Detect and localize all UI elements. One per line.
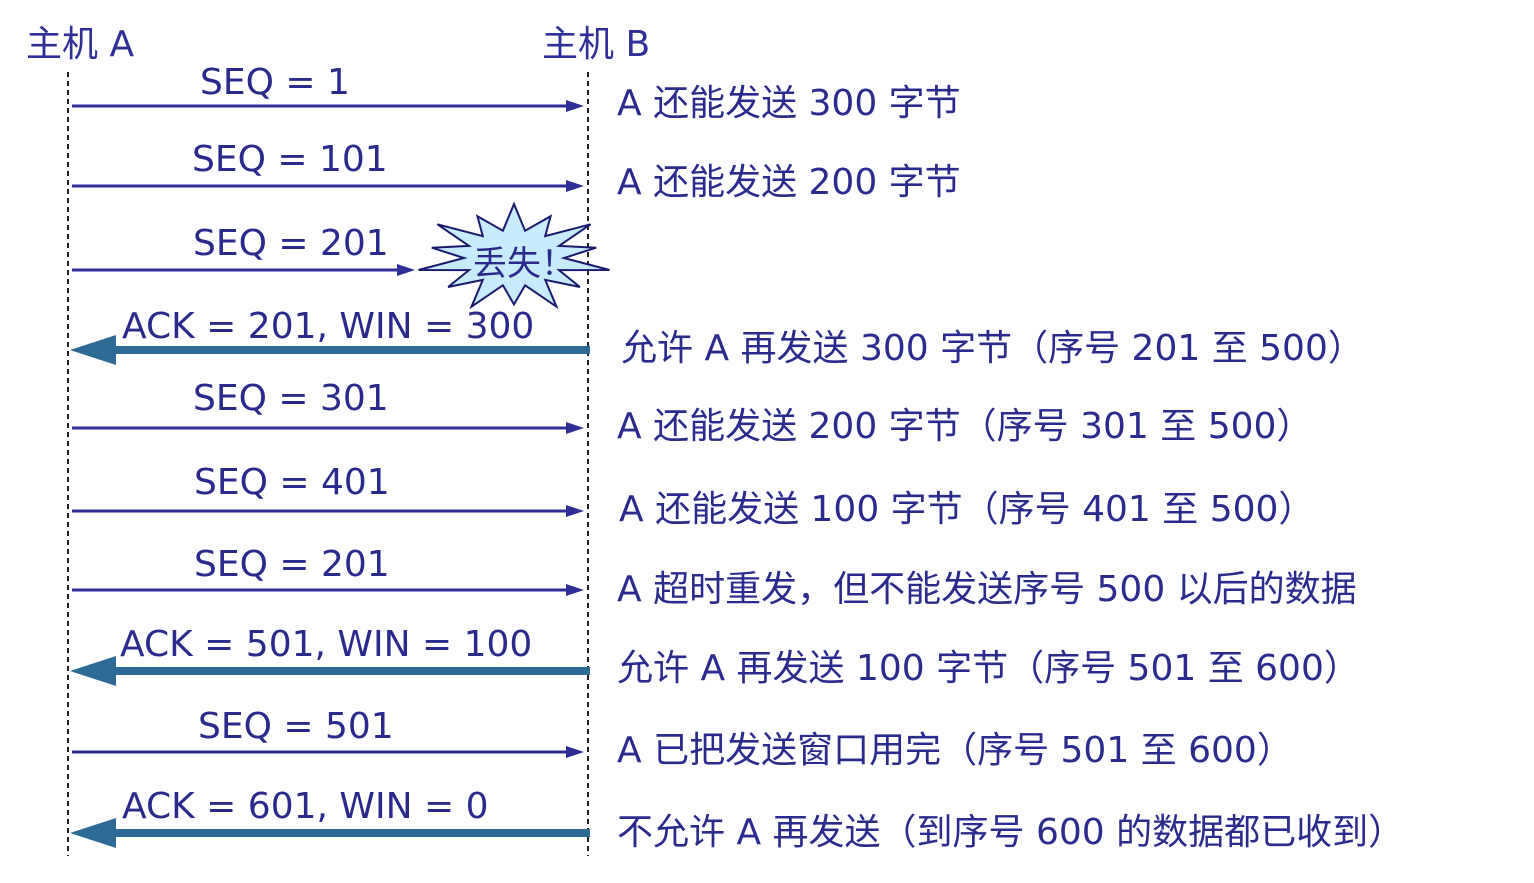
seq-arrow bbox=[72, 746, 584, 758]
message-label: ACK = 501, WIN = 100 bbox=[120, 624, 533, 665]
message-label: SEQ = 201 bbox=[194, 544, 390, 585]
seq-arrow bbox=[72, 422, 584, 434]
message-label: ACK = 601, WIN = 0 bbox=[122, 786, 489, 827]
host-a-label: 主机 A bbox=[26, 24, 135, 65]
message-label: SEQ = 401 bbox=[194, 462, 390, 503]
window-note: 允许 A 再发送 300 字节（序号 201 至 500） bbox=[621, 328, 1364, 369]
message-label: SEQ = 501 bbox=[198, 706, 394, 747]
window-note: A 还能发送 200 字节（序号 301 至 500） bbox=[617, 406, 1313, 447]
window-note: A 还能发送 200 字节 bbox=[617, 162, 961, 203]
message-label: SEQ = 1 bbox=[200, 62, 350, 103]
seq-arrow bbox=[72, 505, 584, 517]
seq-arrow bbox=[72, 180, 584, 192]
window-note: A 还能发送 300 字节 bbox=[617, 83, 961, 124]
host-b-label: 主机 B bbox=[542, 24, 651, 65]
message-label: ACK = 201, WIN = 300 bbox=[122, 306, 535, 347]
window-note: 允许 A 再发送 100 字节（序号 501 至 600） bbox=[617, 648, 1360, 689]
window-note: A 还能发送 100 字节（序号 401 至 500） bbox=[619, 489, 1315, 530]
message-label: SEQ = 301 bbox=[193, 378, 389, 419]
seq-arrow bbox=[72, 584, 584, 596]
window-note: A 已把发送窗口用完（序号 501 至 600） bbox=[617, 730, 1293, 771]
seq-arrow bbox=[72, 264, 415, 276]
message-label: SEQ = 201 bbox=[193, 223, 389, 264]
window-note: 不允许 A 再发送（到序号 600 的数据都已收到） bbox=[617, 812, 1405, 853]
lost-label: 丢失！ bbox=[473, 244, 575, 284]
message-label: SEQ = 101 bbox=[192, 139, 388, 180]
window-note: A 超时重发，但不能发送序号 500 以后的数据 bbox=[617, 569, 1357, 610]
